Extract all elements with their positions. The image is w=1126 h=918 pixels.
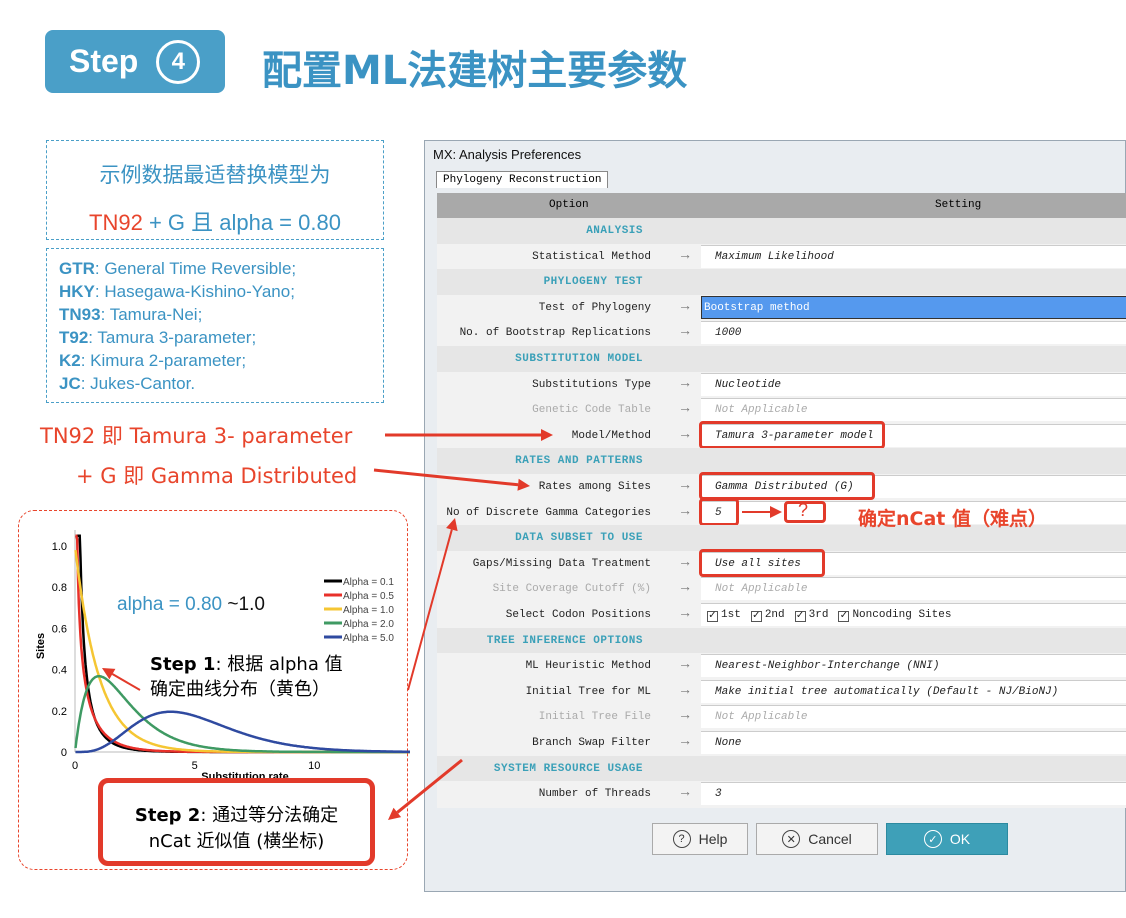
arrow-to-rates [373, 468, 519, 487]
arrow-to-ncat [407, 529, 453, 691]
arrowhead-icon [770, 506, 782, 518]
arrow-to-step2 [396, 758, 463, 814]
arrowhead-icon [541, 429, 553, 441]
arrow-to-yellow-curve [111, 673, 141, 691]
arrowhead-icon [517, 478, 530, 491]
annotation-arrows [102, 429, 782, 820]
arrowhead-icon [446, 518, 458, 532]
